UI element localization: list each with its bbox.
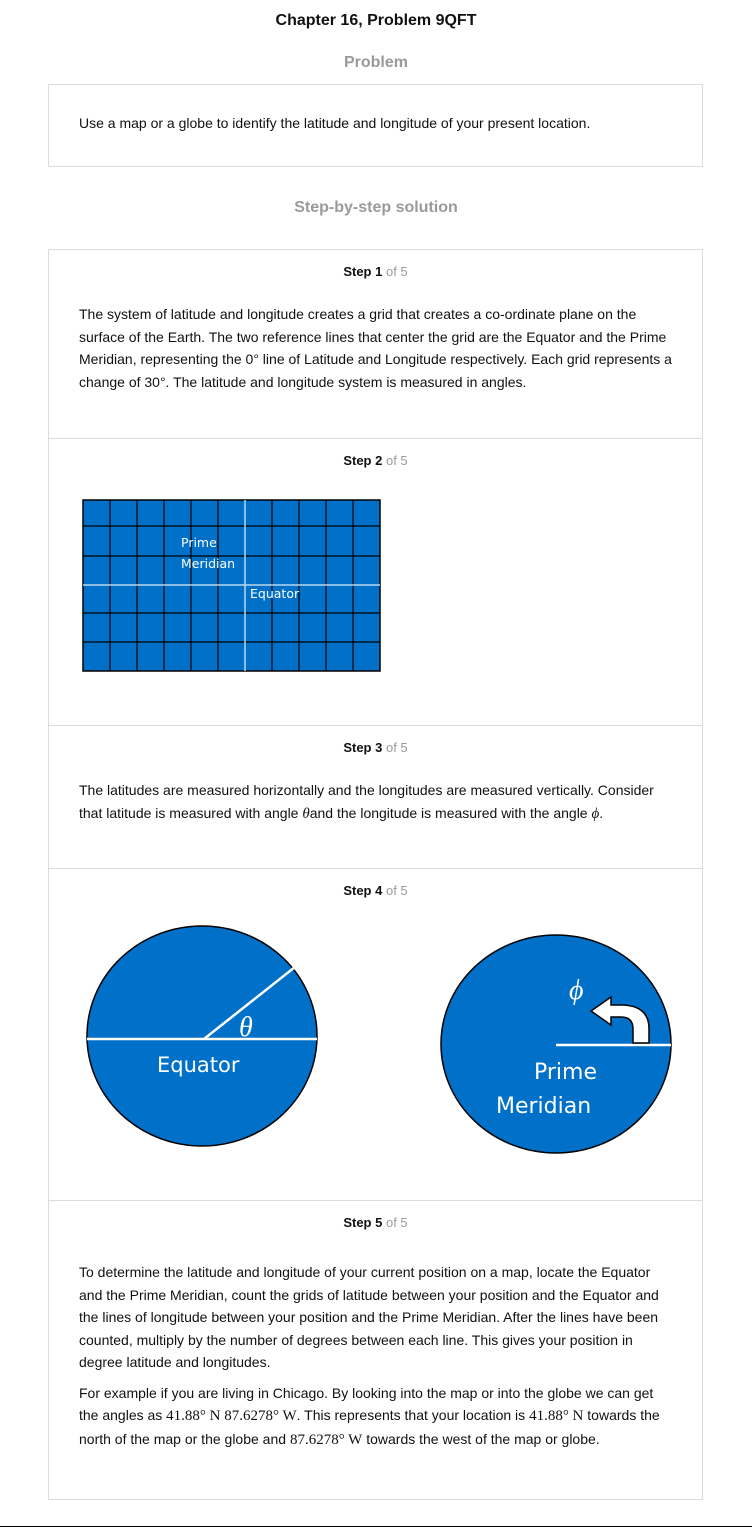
theta-angle-label: θ — [239, 1012, 253, 1043]
step-1: Step 1 of 5 The system of latitude and l… — [49, 250, 702, 438]
step-5-label: Step 5 — [343, 1215, 383, 1230]
step-4: Step 4 of 5 θ Equator ϕ Prime Meridian — [49, 868, 702, 1201]
step-1-label: Step 1 — [343, 264, 383, 279]
step-3-text-c: . — [599, 804, 604, 821]
step-2-label: Step 2 — [343, 453, 383, 468]
step-1-text: The system of latitude and longitude cre… — [79, 306, 672, 390]
longitude-value: 87.6278° W — [289, 1431, 363, 1448]
step-3-header: Step 3 of 5 — [49, 740, 702, 755]
step-3-text-b: and the longitude is measured with the a… — [309, 804, 592, 821]
step-3-label: Step 3 — [343, 740, 383, 755]
latitude-circle — [86, 925, 318, 1147]
step-3: Step 3 of 5 The latitudes are measured h… — [49, 725, 702, 869]
longitude-circle-figure: ϕ Prime Meridian — [440, 934, 672, 1154]
step-4-label: Step 4 — [343, 883, 383, 898]
page-title: Chapter 16, Problem 9QFT — [275, 12, 477, 29]
step-5-p2-b: . This represents that your location is — [296, 1407, 530, 1423]
meridian-circle-label: Meridian — [496, 1094, 591, 1119]
solution-heading: Step-by-step solution — [294, 199, 458, 216]
step-5-header: Step 5 of 5 — [49, 1215, 702, 1230]
grid-equator-label: Equator — [250, 586, 300, 601]
solution-box: Step 1 of 5 The system of latitude and l… — [48, 249, 703, 1500]
step-3-text: The latitudes are measured horizontally … — [79, 779, 674, 825]
step-5-paragraph-1: To determine the latitude and longitude … — [79, 1264, 659, 1370]
equator-circle-label: Equator — [157, 1053, 240, 1077]
latitude-value: 41.88° N — [529, 1408, 584, 1424]
problem-heading: Problem — [343, 54, 408, 71]
step-5-paragraph-2: For example if you are living in Chicago… — [79, 1382, 674, 1452]
grid-prime-label: Prime — [181, 535, 217, 550]
problem-text: Use a map or a globe to identify the lat… — [79, 115, 591, 131]
problem-box: Use a map or a globe to identify the lat… — [48, 84, 703, 167]
step-5-text: To determine the latitude and longitude … — [79, 1261, 674, 1459]
step-1-header: Step 1 of 5 — [49, 264, 702, 279]
step-4-count: of 5 — [385, 883, 408, 898]
step-3-count: of 5 — [385, 740, 408, 755]
grid-meridian-label: Meridian — [181, 556, 235, 571]
theta-symbol: θ — [302, 805, 310, 822]
step-2-count: of 5 — [385, 453, 408, 468]
latitude-circle-figure: θ Equator — [86, 925, 318, 1147]
step-5: Step 5 of 5 To determine the latitude an… — [49, 1200, 702, 1501]
step-2-header: Step 2 of 5 — [49, 453, 702, 468]
step-5-count: of 5 — [385, 1215, 408, 1230]
prime-circle-label: Prime — [534, 1060, 597, 1085]
step-5-p2-d: towards the west of the map or globe. — [362, 1430, 600, 1447]
step-2: Step 2 of 5 Prime Meridian Equator — [49, 438, 702, 726]
chicago-coordinates: 41.88° N 87.6278° W — [166, 1408, 297, 1424]
phi-angle-label: ϕ — [569, 975, 584, 1006]
step-4-header: Step 4 of 5 — [49, 883, 702, 898]
lat-long-grid-figure: Prime Meridian Equator — [82, 499, 381, 672]
step-1-count: of 5 — [385, 264, 408, 279]
